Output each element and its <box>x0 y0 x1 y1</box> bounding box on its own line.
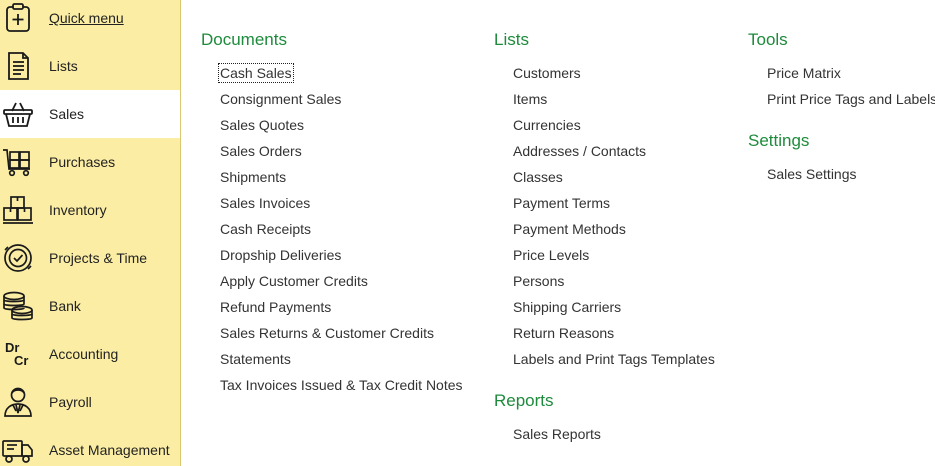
link-addresses-contacts[interactable]: Addresses / Contacts <box>512 142 647 160</box>
link-sales-invoices[interactable]: Sales Invoices <box>219 194 311 212</box>
link-refund-payments[interactable]: Refund Payments <box>219 298 332 316</box>
sidebar-item-sales[interactable]: Sales <box>0 90 180 138</box>
link-price-levels[interactable]: Price Levels <box>512 246 590 264</box>
section-title-tools: Tools <box>748 30 788 49</box>
sidebar-item-quick-menu[interactable]: Quick menu <box>0 0 180 42</box>
clock-check-icon <box>1 241 35 275</box>
person-tie-icon <box>1 385 35 419</box>
sidebar-item-label: Inventory <box>49 202 107 218</box>
link-sales-returns-customer-credits[interactable]: Sales Returns & Customer Credits <box>219 324 435 342</box>
document-list-icon <box>1 49 35 83</box>
sidebar-item-accounting[interactable]: Dr Cr Accounting <box>0 330 180 378</box>
sales-menu-content: Documents Cash Sales Consignment Sales S… <box>181 0 935 466</box>
sidebar-item-label: Quick menu <box>49 10 124 26</box>
link-classes[interactable]: Classes <box>512 168 564 186</box>
sidebar-item-label: Bank <box>49 298 81 314</box>
link-persons[interactable]: Persons <box>512 272 565 290</box>
cr-text: Cr <box>14 353 29 368</box>
link-customers[interactable]: Customers <box>512 64 582 82</box>
sidebar-item-asset-management[interactable]: Asset Management <box>0 426 180 466</box>
section-title-reports: Reports <box>494 391 554 410</box>
link-sales-quotes[interactable]: Sales Quotes <box>219 116 305 134</box>
link-apply-customer-credits[interactable]: Apply Customer Credits <box>219 272 369 290</box>
link-shipping-carriers[interactable]: Shipping Carriers <box>512 298 622 316</box>
section-title-documents: Documents <box>201 30 287 49</box>
link-payment-terms[interactable]: Payment Terms <box>512 194 611 212</box>
link-cash-sales[interactable]: Cash Sales <box>218 63 294 83</box>
sidebar-item-label: Payroll <box>49 394 92 410</box>
link-return-reasons[interactable]: Return Reasons <box>512 324 615 342</box>
section-title-settings: Settings <box>748 131 810 150</box>
link-price-matrix[interactable]: Price Matrix <box>766 64 842 82</box>
link-print-price-tags-labels[interactable]: Print Price Tags and Labels <box>766 90 935 108</box>
coins-stack-icon <box>1 289 35 323</box>
link-labels-print-tags-templates[interactable]: Labels and Print Tags Templates <box>512 350 716 368</box>
link-cash-receipts[interactable]: Cash Receipts <box>219 220 312 238</box>
link-consignment-sales[interactable]: Consignment Sales <box>219 90 342 108</box>
sidebar-item-label: Accounting <box>49 346 119 362</box>
sidebar: Quick menu Lists Sales Purchases Invento… <box>0 0 181 466</box>
section-title-lists: Lists <box>494 30 529 49</box>
link-statements[interactable]: Statements <box>219 350 292 368</box>
sidebar-item-purchases[interactable]: Purchases <box>0 138 180 186</box>
sidebar-item-bank[interactable]: Bank <box>0 282 180 330</box>
truck-icon <box>1 433 35 466</box>
shopping-cart-boxes-icon <box>1 145 35 179</box>
link-currencies[interactable]: Currencies <box>512 116 582 134</box>
link-payment-methods[interactable]: Payment Methods <box>512 220 627 238</box>
sidebar-item-inventory[interactable]: Inventory <box>0 186 180 234</box>
sidebar-item-label: Asset Management <box>49 442 170 458</box>
sidebar-item-label: Sales <box>49 106 85 122</box>
link-shipments[interactable]: Shipments <box>219 168 287 186</box>
sidebar-item-label: Projects & Time <box>49 250 148 266</box>
link-sales-orders[interactable]: Sales Orders <box>219 142 303 160</box>
link-items[interactable]: Items <box>512 90 548 108</box>
sidebar-item-lists[interactable]: Lists <box>0 42 180 90</box>
link-sales-reports[interactable]: Sales Reports <box>512 425 602 443</box>
shopping-basket-icon <box>1 97 35 131</box>
sidebar-item-projects-time[interactable]: Projects & Time <box>0 234 180 282</box>
sidebar-item-label: Lists <box>49 58 78 74</box>
link-dropship-deliveries[interactable]: Dropship Deliveries <box>219 246 342 264</box>
boxes-icon <box>1 193 35 227</box>
link-sales-settings[interactable]: Sales Settings <box>766 165 858 183</box>
sidebar-item-label: Purchases <box>49 154 116 170</box>
sidebar-item-payroll[interactable]: Payroll <box>0 378 180 426</box>
dr-cr-icon: Dr Cr <box>1 337 35 371</box>
link-tax-invoices-issued[interactable]: Tax Invoices Issued & Tax Credit Notes <box>219 376 464 394</box>
quick-menu-icon <box>1 1 35 35</box>
